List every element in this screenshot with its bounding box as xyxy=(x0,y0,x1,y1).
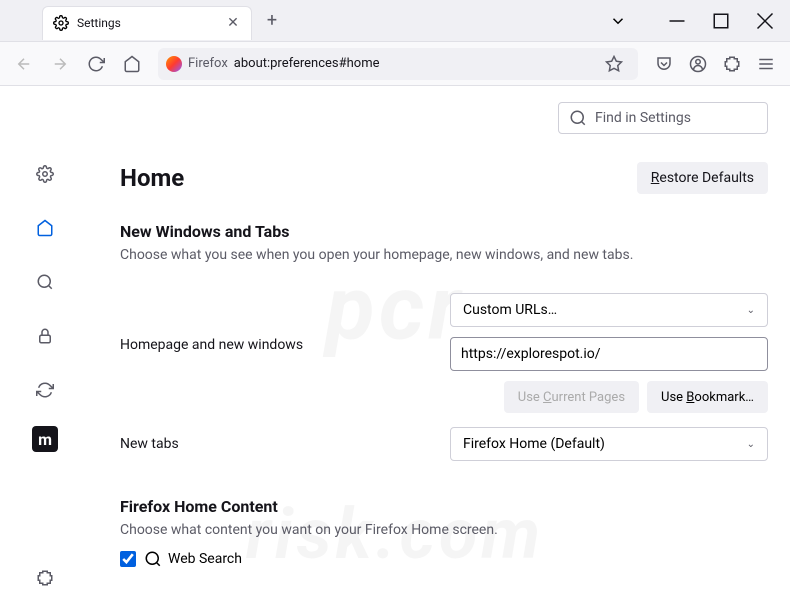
search-icon xyxy=(144,550,162,568)
settings-panel: Find in Settings Home Restore Defaults N… xyxy=(90,86,790,616)
minimize-button[interactable] xyxy=(656,3,698,39)
chevron-down-icon[interactable] xyxy=(600,3,636,39)
newtabs-label: New tabs xyxy=(120,436,430,452)
sidebar-more[interactable]: m xyxy=(32,426,58,452)
titlebar: Settings ✕ + xyxy=(0,0,790,42)
use-bookmark-button[interactable]: Use Bookmark… xyxy=(647,381,768,413)
websearch-checkbox[interactable] xyxy=(120,551,136,567)
sidebar-privacy[interactable] xyxy=(27,318,63,354)
search-input[interactable]: Find in Settings xyxy=(558,102,768,134)
new-tab-button[interactable]: + xyxy=(258,7,286,35)
url-bar[interactable]: Firefox about:preferences#home xyxy=(158,48,638,80)
browser-tab[interactable]: Settings ✕ xyxy=(42,6,252,40)
search-placeholder: Find in Settings xyxy=(595,110,691,126)
search-icon xyxy=(569,109,587,127)
newtabs-dropdown[interactable]: Firefox Home (Default) ⌄ xyxy=(450,427,768,461)
tab-title: Settings xyxy=(77,16,225,30)
home-button[interactable] xyxy=(116,48,148,80)
chevron-down-icon: ⌄ xyxy=(747,305,755,316)
chevron-down-icon: ⌄ xyxy=(747,439,755,450)
use-current-pages-button[interactable]: Use Current Pages xyxy=(504,381,639,413)
dropdown-value: Firefox Home (Default) xyxy=(463,436,605,452)
menu-button[interactable] xyxy=(750,48,782,80)
extensions-button[interactable] xyxy=(716,48,748,80)
sidebar-sync[interactable] xyxy=(27,372,63,408)
close-icon[interactable]: ✕ xyxy=(225,15,241,31)
section-desc: Choose what you see when you open your h… xyxy=(120,247,768,263)
bookmark-star-icon[interactable] xyxy=(598,48,630,80)
window-close-button[interactable] xyxy=(744,3,786,39)
page-title: Home xyxy=(120,164,184,192)
settings-sidebar: m xyxy=(0,86,90,616)
section-title: New Windows and Tabs xyxy=(120,222,768,241)
section-title: Firefox Home Content xyxy=(120,497,768,516)
sidebar-extensions[interactable] xyxy=(27,560,63,596)
pocket-button[interactable] xyxy=(648,48,680,80)
back-button[interactable] xyxy=(8,48,40,80)
gear-icon xyxy=(53,15,69,31)
forward-button[interactable] xyxy=(44,48,76,80)
restore-defaults-button[interactable]: Restore Defaults xyxy=(637,162,768,194)
firefox-icon xyxy=(166,56,182,72)
identity-box[interactable]: Firefox xyxy=(166,56,228,72)
dropdown-value: Custom URLs… xyxy=(463,302,557,318)
homepage-dropdown[interactable]: Custom URLs… ⌄ xyxy=(450,293,768,327)
sidebar-search[interactable] xyxy=(27,264,63,300)
account-button[interactable] xyxy=(682,48,714,80)
homepage-label: Homepage and new windows xyxy=(120,293,430,353)
maximize-button[interactable] xyxy=(700,3,742,39)
sidebar-general[interactable] xyxy=(27,156,63,192)
reload-button[interactable] xyxy=(80,48,112,80)
section-desc: Choose what content you want on your Fir… xyxy=(120,522,768,538)
content-area: pcr risk.com m Find in Settings xyxy=(0,86,790,616)
homepage-url-input[interactable] xyxy=(450,337,768,371)
toolbar: Firefox about:preferences#home xyxy=(0,42,790,86)
url-text: about:preferences#home xyxy=(234,56,592,71)
websearch-label: Web Search xyxy=(144,550,242,568)
identity-label: Firefox xyxy=(188,56,228,71)
sidebar-home[interactable] xyxy=(27,210,63,246)
